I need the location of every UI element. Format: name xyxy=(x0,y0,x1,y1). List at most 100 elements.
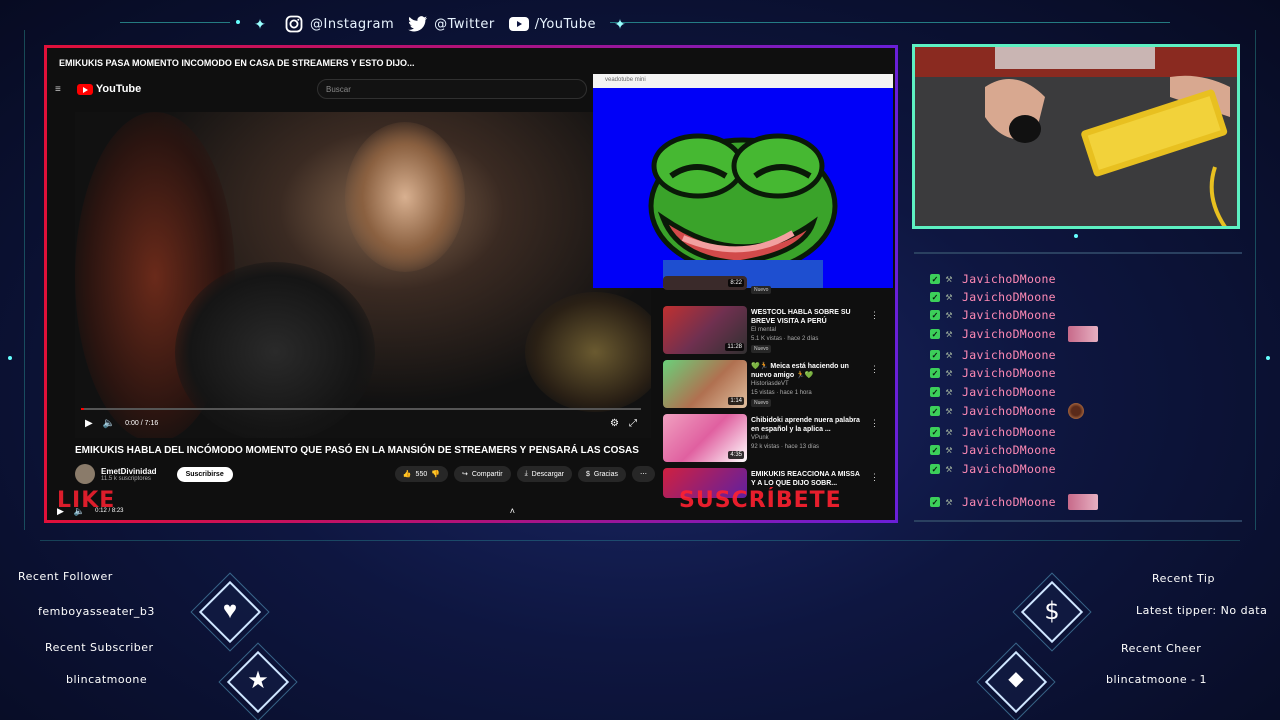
subscribe-button[interactable]: Suscribirse xyxy=(176,466,233,482)
youtube-logo[interactable]: YouTube xyxy=(76,83,142,95)
heart-icon: ♥ xyxy=(222,597,238,624)
like-button[interactable]: 👍 550 👎 xyxy=(394,466,448,482)
recent-tip-value: Latest tipper: No data xyxy=(1136,604,1268,617)
chat-username[interactable]: JavichoDMoone xyxy=(962,404,1056,418)
chat-message: ✓ ⚒ JavichoDMoone xyxy=(930,346,1056,364)
related-video[interactable]: 11:28 WESTCOL HABLA SOBRE SU BREVE VISIT… xyxy=(663,306,893,356)
related-video-title: Chibidoki aprende nuera palabra en españ… xyxy=(751,417,860,433)
play-icon[interactable]: ▶ xyxy=(85,418,93,429)
more-button[interactable]: ⋯ xyxy=(632,466,655,482)
sparkle-icon: ✦ xyxy=(254,15,266,32)
download-icon: ⤓ xyxy=(524,470,528,477)
channel-avatar[interactable] xyxy=(75,464,95,484)
outer-video-time: 0:12 / 8:23 xyxy=(95,508,124,514)
chat-username[interactable]: JavichoDMoone xyxy=(962,290,1056,304)
related-video-title: EMIKUKIS REACCIONA A MISSA Y A LO QUE DI… xyxy=(751,471,860,487)
frog-avatar-image xyxy=(648,133,838,288)
video-time: 0:00 / 7:16 xyxy=(125,419,159,427)
settings-icon[interactable]: ⚙ xyxy=(610,418,619,429)
sparkle-icon: ✦ xyxy=(614,15,626,32)
checkmark-icon: ✓ xyxy=(930,427,940,437)
video-thumbnail[interactable]: 1:14 xyxy=(663,360,747,408)
veadotube-window xyxy=(593,74,893,288)
volume-icon[interactable]: 🔈 xyxy=(103,418,115,429)
more-options-icon[interactable]: ⋮ xyxy=(870,418,879,429)
badge-icon: ⚒ xyxy=(945,310,953,320)
badge-icon: ⚒ xyxy=(945,445,953,455)
emote-image xyxy=(1067,494,1098,510)
emote-image xyxy=(1067,403,1084,419)
chat-username[interactable]: JavichoDMoone xyxy=(962,308,1056,322)
checkmark-icon: ✓ xyxy=(930,464,940,474)
frame-bottom-line xyxy=(40,540,1240,541)
chat-message: ✓ ⚒ JavichoDMoone xyxy=(930,364,1056,382)
chat-username[interactable]: JavichoDMoone xyxy=(962,443,1056,457)
recent-subscriber-value: blincatmoone xyxy=(66,673,148,686)
chat-username[interactable]: JavichoDMoone xyxy=(962,385,1056,399)
video-thumbnail[interactable]: 8:22 xyxy=(663,276,747,290)
thumbs-up-icon: 👍 xyxy=(402,471,412,478)
star-icon: ★ xyxy=(247,667,269,694)
play-icon[interactable]: ▶ xyxy=(57,506,64,517)
more-options-icon[interactable]: ⋮ xyxy=(870,364,879,375)
thanks-button[interactable]: $ Gracias xyxy=(577,466,626,482)
download-button[interactable]: ⤓ Descargar xyxy=(516,466,572,482)
recent-cheer-value: blincatmoone - 1 xyxy=(1106,673,1208,686)
youtube-brand: YouTube xyxy=(95,83,142,95)
chat-username[interactable]: JavichoDMoone xyxy=(962,366,1056,380)
video-thumbnail[interactable]: 11:28 xyxy=(663,306,747,354)
more-options-icon[interactable]: ⋮ xyxy=(870,310,879,321)
channel-info: EmetDivinidad 11.5 k suscriptores xyxy=(101,467,157,482)
thanks-label: Gracias xyxy=(593,470,618,478)
frame-right-line xyxy=(1255,30,1256,530)
frame-top-left-line xyxy=(120,22,230,23)
chevron-up-icon[interactable]: ˄ xyxy=(510,506,515,516)
search-input[interactable]: Buscar xyxy=(317,79,587,99)
volume-icon[interactable]: 🔈 xyxy=(74,506,85,517)
related-video[interactable]: 4:35 Chibidoki aprende nuera palabra en … xyxy=(663,414,893,464)
chat-message: ✓ ⚒ JavichoDMoone xyxy=(930,402,1084,420)
new-badge: Nuevo xyxy=(751,286,772,294)
channel-subscribers: 11.5 k suscriptores xyxy=(101,475,151,482)
more-options-icon[interactable]: ⋮ xyxy=(870,472,879,483)
badge-icon: ⚒ xyxy=(945,274,953,284)
frame-top-right-line xyxy=(610,22,1170,23)
chat-username[interactable]: JavichoDMoone xyxy=(962,495,1056,509)
chat-username[interactable]: JavichoDMoone xyxy=(962,348,1056,362)
dollar-icon: $ xyxy=(1044,597,1060,625)
chat-message: ✓ ⚒ JavichoDMoone xyxy=(930,306,1056,324)
youtube-icon xyxy=(508,14,529,34)
chat-username[interactable]: JavichoDMoone xyxy=(962,272,1056,286)
checkmark-icon: ✓ xyxy=(930,350,940,360)
thumbs-down-icon: 👎 xyxy=(431,471,440,478)
related-video[interactable]: 8:22 Nuevo xyxy=(663,276,893,298)
badge-icon: ⚒ xyxy=(945,350,953,360)
like-count: 550 xyxy=(415,470,428,478)
chat-username[interactable]: JavichoDMoone xyxy=(962,425,1056,439)
checkmark-icon: ✓ xyxy=(930,406,940,416)
badge-icon: ⚒ xyxy=(945,368,953,378)
channel-name[interactable]: EmetDivinidad xyxy=(101,467,157,476)
video-duration: 4:35 xyxy=(728,451,744,459)
video-controls: ▶ 🔈 0:00 / 7:16 ⚙ ⤢ xyxy=(75,408,651,438)
youtube-handle: /YouTube xyxy=(534,16,596,32)
video-duration: 1:14 xyxy=(728,397,744,405)
chat-username[interactable]: JavichoDMoone xyxy=(962,327,1056,341)
related-video[interactable]: 1:14 💚🏃 Meica está haciendo un nuevo ami… xyxy=(663,360,893,410)
checkmark-icon: ✓ xyxy=(930,387,940,397)
related-video-stats: 15 vistas · hace 1 hora xyxy=(751,390,812,396)
video-player[interactable] xyxy=(75,112,651,438)
twitter-handle: @Twitter xyxy=(434,16,495,32)
twitter-icon xyxy=(408,14,428,34)
instagram-handle: @Instagram xyxy=(310,16,395,32)
share-button[interactable]: ↪ Compartir xyxy=(453,466,511,482)
checkmark-icon: ✓ xyxy=(930,329,940,339)
badge-icon: ⚒ xyxy=(945,497,953,507)
fullscreen-icon[interactable]: ⤢ xyxy=(629,418,637,429)
menu-icon[interactable]: ≡ xyxy=(55,84,61,95)
checkmark-icon: ✓ xyxy=(930,497,940,507)
related-video-title: WESTCOL HABLA SOBRE SU BREVE VISITA A PE… xyxy=(751,309,851,325)
chat-username[interactable]: JavichoDMoone xyxy=(962,462,1056,476)
video-thumbnail[interactable]: 4:35 xyxy=(663,414,747,462)
channel-row: EmetDivinidad 11.5 k suscriptores Suscri… xyxy=(75,463,655,485)
